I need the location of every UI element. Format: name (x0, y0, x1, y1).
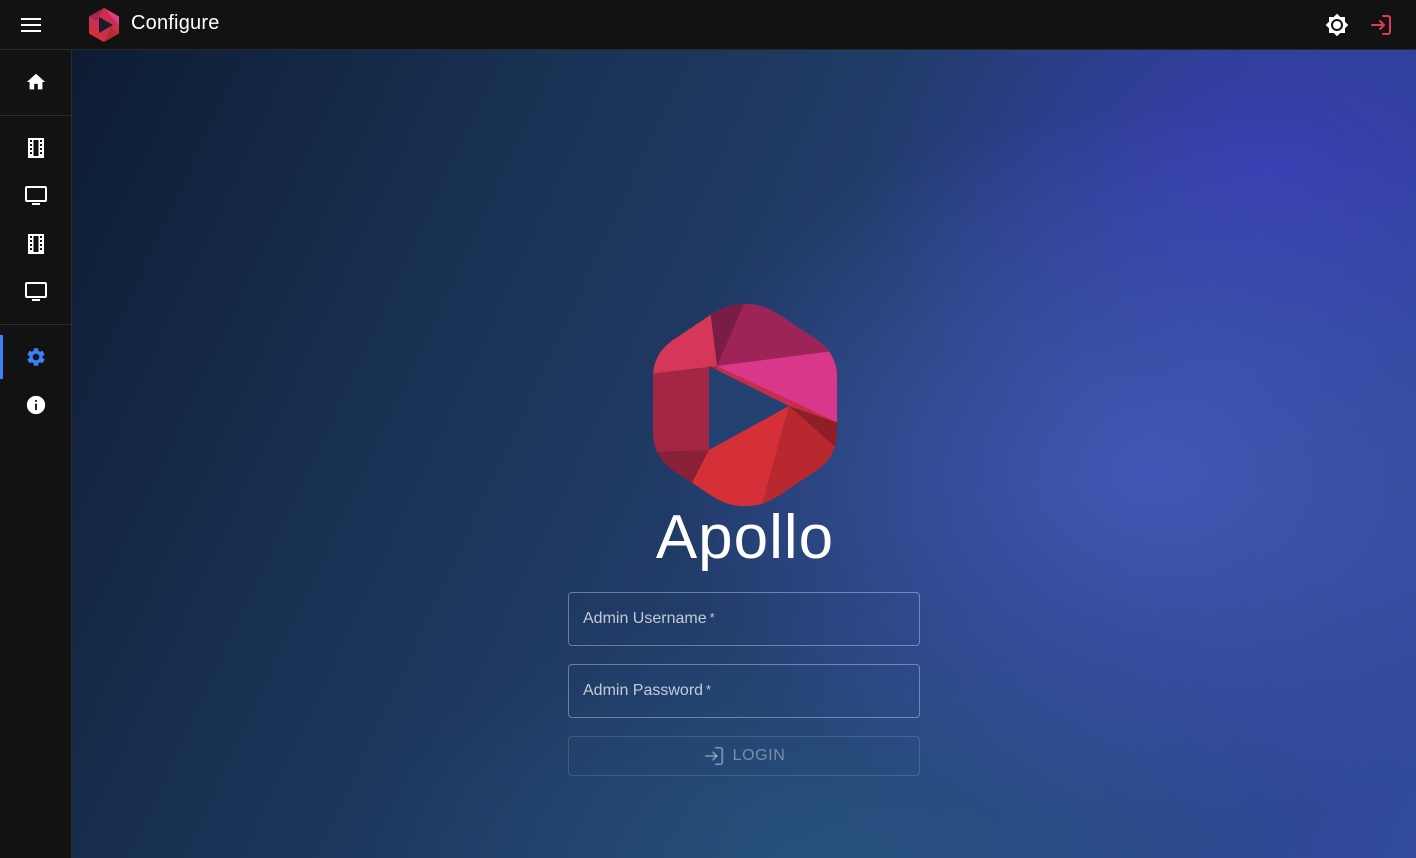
password-field[interactable]: Admin Password * (568, 664, 920, 718)
theme-toggle-button[interactable] (1320, 8, 1354, 42)
main-content: Apollo Admin Username * Admin Password * L… (72, 50, 1416, 858)
username-input[interactable] (569, 593, 919, 645)
menu-button[interactable] (12, 7, 50, 43)
home-icon (26, 73, 46, 90)
brightness-icon (1325, 13, 1349, 37)
login-icon (704, 746, 723, 766)
password-input[interactable] (569, 665, 919, 717)
app-logo-icon (89, 8, 119, 42)
brand-name: Apollo (655, 503, 835, 572)
sidebar-item-tv-2[interactable] (0, 268, 72, 316)
sidebar-item-about[interactable] (0, 381, 72, 429)
tv-icon (25, 282, 47, 301)
hamburger-menu-icon (21, 18, 41, 32)
sidebar (0, 50, 72, 858)
login-icon (1371, 15, 1391, 35)
film-icon (28, 138, 44, 158)
apollo-logo-icon (653, 304, 837, 506)
sidebar-item-settings[interactable] (0, 333, 72, 381)
film-icon (28, 234, 44, 254)
app-bar: Configure (0, 0, 1416, 50)
sidebar-item-movies-2[interactable] (0, 220, 72, 268)
login-button-label: LOGIN (732, 747, 786, 764)
login-top-button[interactable] (1364, 8, 1398, 42)
sidebar-divider (0, 324, 72, 325)
info-icon (26, 395, 46, 415)
sidebar-divider (0, 115, 72, 116)
app-title: Configure (131, 12, 220, 34)
tv-icon (25, 186, 47, 205)
sidebar-item-home[interactable] (0, 58, 72, 106)
login-button[interactable]: LOGIN (568, 736, 920, 776)
username-field[interactable]: Admin Username * (568, 592, 920, 646)
sidebar-item-tv[interactable] (0, 172, 72, 220)
sidebar-item-movies[interactable] (0, 124, 72, 172)
gear-icon (27, 348, 45, 366)
